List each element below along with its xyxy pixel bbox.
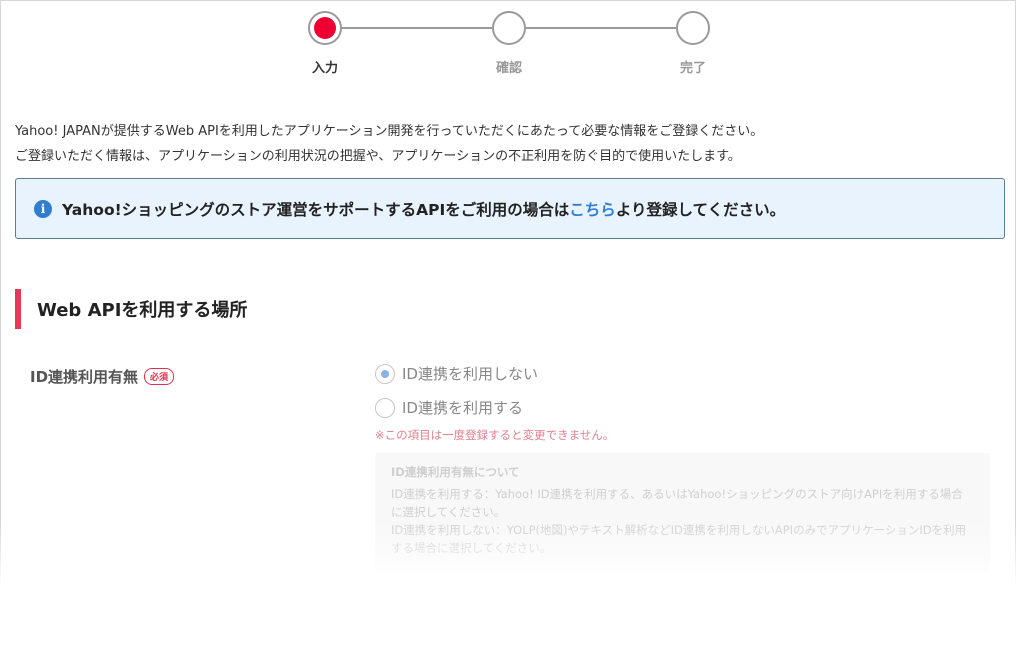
- required-badge: 必須: [144, 368, 175, 385]
- info-icon: i: [34, 199, 52, 218]
- shopping-api-notice: i Yahoo!ショッピングのストア運営をサポートするAPIをご利用の場合は こち…: [15, 178, 1005, 239]
- step-confirm-indicator: [492, 11, 526, 45]
- radio-option-use-id[interactable]: ID連携を利用する: [375, 397, 523, 418]
- radio-option-no-id-label: ID連携を利用しない: [402, 365, 538, 383]
- step-input-indicator: [308, 11, 342, 45]
- notice-text-after: より登録してください。: [615, 200, 786, 219]
- help-title: ID連携利用有無について: [391, 465, 520, 479]
- help-line-2: ID連携を利用しない：YOLP(地図)やテキスト解析などID連携を利用しないAP…: [391, 523, 967, 555]
- intro-line-1: Yahoo! JAPANが提供するWeb APIを利用したアプリケーション開発を…: [15, 124, 764, 139]
- intro-line-2: ご登録いただく情報は、アプリケーションの利用状況の把握や、アプリケーションの不正…: [15, 149, 741, 164]
- radio-button-checked[interactable]: [375, 363, 395, 384]
- step-complete-indicator: [676, 11, 710, 45]
- step-confirm-label: 確認: [495, 61, 522, 76]
- progress-stepper: 入力 確認 完了: [0, 10, 1016, 80]
- notice-text-before: Yahoo!ショッピングのストア運営をサポートするAPIをご利用の場合は: [62, 200, 570, 219]
- radio-option-no-id[interactable]: ID連携を利用しない: [375, 363, 538, 384]
- step-input-label: 入力: [311, 61, 338, 76]
- step-connector: [526, 27, 676, 29]
- step-connector: [342, 27, 492, 29]
- id-field-help-box: ID連携利用有無について ID連携を利用する：Yahoo! ID連携を利用する、…: [375, 453, 990, 573]
- id-field-warning: ※この項目は一度登録すると変更できません。: [375, 428, 615, 442]
- radio-option-use-id-label: ID連携を利用する: [402, 399, 523, 417]
- intro-text: Yahoo! JAPANが提供するWeb APIを利用したアプリケーション開発を…: [15, 119, 763, 169]
- step-complete-label: 完了: [679, 61, 706, 76]
- section-heading: Web APIを利用する場所: [15, 289, 615, 329]
- help-line-1: ID連携を利用する：Yahoo! ID連携を利用する、あるいはYahoo!ショッ…: [391, 487, 963, 519]
- notice-link[interactable]: こちら: [569, 198, 616, 220]
- id-field-label-text: ID連携利用有無: [30, 368, 139, 386]
- radio-button-unchecked[interactable]: [375, 397, 395, 418]
- id-field-label: ID連携利用有無 必須: [30, 366, 175, 387]
